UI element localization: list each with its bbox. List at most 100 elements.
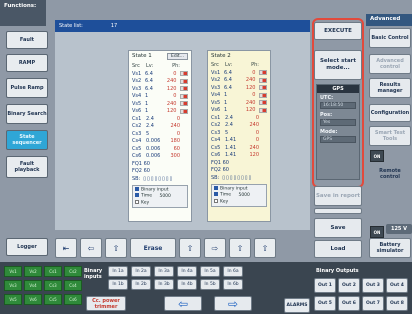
alarms-button[interactable]: ALARMS — [284, 298, 310, 313]
level-slider[interactable] — [259, 92, 268, 98]
configuration-button[interactable]: Configuration — [369, 104, 411, 122]
state-2-trigger[interactable]: Binary input Time 5000 Key — [211, 183, 267, 207]
binary-output-button[interactable]: Out 5 — [314, 296, 336, 311]
insert-up-icon[interactable]: ⇧ — [105, 238, 127, 258]
source-row[interactable]: Vs3 6.4 120 — [129, 85, 191, 93]
generator-toggle[interactable]: Cs4 — [64, 280, 82, 291]
erase-button[interactable]: Erase — [130, 238, 176, 258]
generator-toggle[interactable]: Cs2 — [64, 266, 82, 277]
first-state-icon[interactable]: ⇤ — [55, 238, 77, 258]
generator-toggle[interactable]: Vs3 — [4, 280, 22, 291]
binary-output-button[interactable]: Out 7 — [362, 296, 384, 311]
prev-arrow-icon[interactable]: ⇦ — [164, 296, 202, 311]
save-button[interactable]: Save — [314, 218, 362, 238]
source-row[interactable]: Vs5 1 240 — [208, 99, 270, 107]
level-slider[interactable] — [180, 71, 189, 77]
smart-test-tools-button[interactable]: Smart Test Tools — [369, 126, 411, 146]
next-arrow-icon[interactable]: ⇨ — [214, 296, 252, 311]
save-in-report-button[interactable]: Save in report — [314, 186, 362, 206]
generator-toggle[interactable]: Cs3 — [44, 280, 62, 291]
source-row[interactable]: Cs2 2.4 240 — [129, 123, 191, 131]
battery-on-toggle[interactable]: ON — [370, 226, 384, 238]
binary-output-button[interactable]: Out 3 — [362, 278, 384, 293]
generator-toggle[interactable]: Vs4 — [24, 280, 42, 291]
copy-up-icon[interactable]: ⇧ — [229, 238, 251, 258]
fault-playback-button[interactable]: Fault playback — [6, 156, 48, 178]
source-phase: 240 — [170, 123, 180, 130]
level-slider[interactable] — [180, 86, 189, 92]
logger-button[interactable]: Logger — [6, 238, 48, 256]
select-start-mode-button[interactable]: Select start mode... — [314, 50, 362, 80]
source-row[interactable]: Cs6 0.006 300 — [129, 153, 191, 161]
binary-output-button[interactable]: Out 6 — [338, 296, 360, 311]
level-slider[interactable] — [180, 93, 189, 99]
source-row[interactable]: Cs5 0.006 60 — [129, 145, 191, 153]
source-row[interactable]: Vs4 1 0 — [208, 92, 270, 100]
move-right-icon[interactable]: ⇨ — [204, 238, 226, 258]
state-sequencer-button[interactable]: State sequencer — [6, 130, 48, 150]
generator-toggle[interactable]: Cs5 — [44, 294, 62, 305]
level-slider[interactable] — [259, 107, 268, 113]
source-row[interactable]: Cs4 0.006 180 — [129, 138, 191, 146]
cc-power-trimmer-button[interactable]: Cc. power trimmer — [86, 296, 126, 311]
binary-search-button[interactable]: Binary Search — [6, 104, 48, 124]
state-1-sb-slots[interactable]: ▯▯▯▯▯▯▯▯ — [143, 176, 173, 182]
source-row[interactable]: Cs6 1.41 120 — [208, 152, 270, 160]
state-2-panel[interactable]: State 2 Src Lv: Ph: Vs1 6.4 0 Vs2 6.4 240 Vs3 6… — [207, 50, 271, 222]
remote-on-toggle[interactable]: ON — [370, 150, 384, 162]
source-level: 1.41 — [225, 152, 237, 159]
load-button[interactable]: Load — [314, 240, 362, 258]
execute-button[interactable]: EXECUTE — [314, 22, 362, 40]
generator-toggle[interactable]: Vs1 — [4, 266, 22, 277]
source-row[interactable]: Cs3 5 0 — [129, 130, 191, 138]
level-slider[interactable] — [259, 70, 268, 76]
insert-up-right-icon[interactable]: ⇧ — [179, 238, 201, 258]
source-row[interactable]: Vs4 1 0 — [129, 93, 191, 101]
source-row[interactable]: Vs5 1 240 — [129, 100, 191, 108]
source-phase: 120 — [249, 152, 259, 159]
binary-output-button[interactable]: Out 2 — [338, 278, 360, 293]
state-1-panel[interactable]: State 1 Edit... Src Lv: Ph: Vs1 6.4 0 Vs2 6.… — [128, 50, 192, 222]
source-row[interactable]: Vs6 1 120 — [208, 107, 270, 115]
generator-toggle[interactable]: Vs6 — [24, 294, 42, 305]
source-row[interactable]: Cs4 1.41 0 — [208, 137, 270, 145]
pulse-ramp-button[interactable]: Pulse Ramp — [6, 78, 48, 98]
source-row[interactable]: Cs1 2.4 0 — [208, 114, 270, 122]
source-row[interactable]: Vs2 6.4 240 — [208, 77, 270, 85]
source-row[interactable]: Vs1 6.4 0 — [129, 70, 191, 78]
level-slider[interactable] — [180, 101, 189, 107]
binary-output-button[interactable]: Out 8 — [386, 296, 408, 311]
source-row[interactable]: Cs2 2.4 240 — [208, 122, 270, 130]
generator-toggle[interactable]: Cs1 — [44, 266, 62, 277]
state-1-edit-button[interactable]: Edit... — [166, 53, 188, 60]
level-slider[interactable] — [180, 78, 189, 84]
source-row[interactable]: Vs6 1 120 — [129, 108, 191, 116]
source-row[interactable]: Vs2 6.4 240 — [129, 78, 191, 86]
move-left-icon[interactable]: ⇦ — [80, 238, 102, 258]
generator-toggle[interactable]: Vs5 — [4, 294, 22, 305]
ramp-button[interactable]: RAMP — [6, 54, 48, 72]
source-row[interactable]: Cs5 1.41 240 — [208, 144, 270, 152]
source-row[interactable]: Vs1 6.4 0 — [208, 69, 270, 77]
state-2-fq2: FQ2 60 — [211, 167, 229, 174]
fault-button[interactable]: Fault — [6, 31, 48, 49]
level-slider[interactable] — [259, 100, 268, 106]
level-slider[interactable] — [259, 77, 268, 83]
generator-toggle[interactable]: Vs2 — [24, 266, 42, 277]
source-row[interactable]: Cs1 2.4 0 — [129, 115, 191, 123]
paste-up-icon[interactable]: ⇧ — [254, 238, 276, 258]
generator-toggle[interactable]: Cs6 — [64, 294, 82, 305]
advanced-control-button[interactable]: Advanced control — [369, 54, 411, 74]
basic-control-button[interactable]: Basic Control — [369, 28, 411, 48]
level-slider[interactable] — [180, 108, 189, 114]
state-1-trigger[interactable]: Binary input Time 5000 Key — [132, 184, 188, 208]
source-row[interactable]: Vs3 6.4 120 — [208, 84, 270, 92]
source-row[interactable]: Cs3 5 0 — [208, 129, 270, 137]
level-slider[interactable] — [259, 85, 268, 91]
battery-simulator-button[interactable]: Battery simulator — [369, 238, 411, 258]
results-manager-button[interactable]: Results manager — [369, 78, 411, 98]
state-2-sb-slots[interactable]: ▯▯▯▯▯▯▯▯ — [222, 175, 252, 181]
state-2-sb-label: SB: — [211, 174, 220, 181]
binary-output-button[interactable]: Out 4 — [386, 278, 408, 293]
binary-output-button[interactable]: Out 1 — [314, 278, 336, 293]
